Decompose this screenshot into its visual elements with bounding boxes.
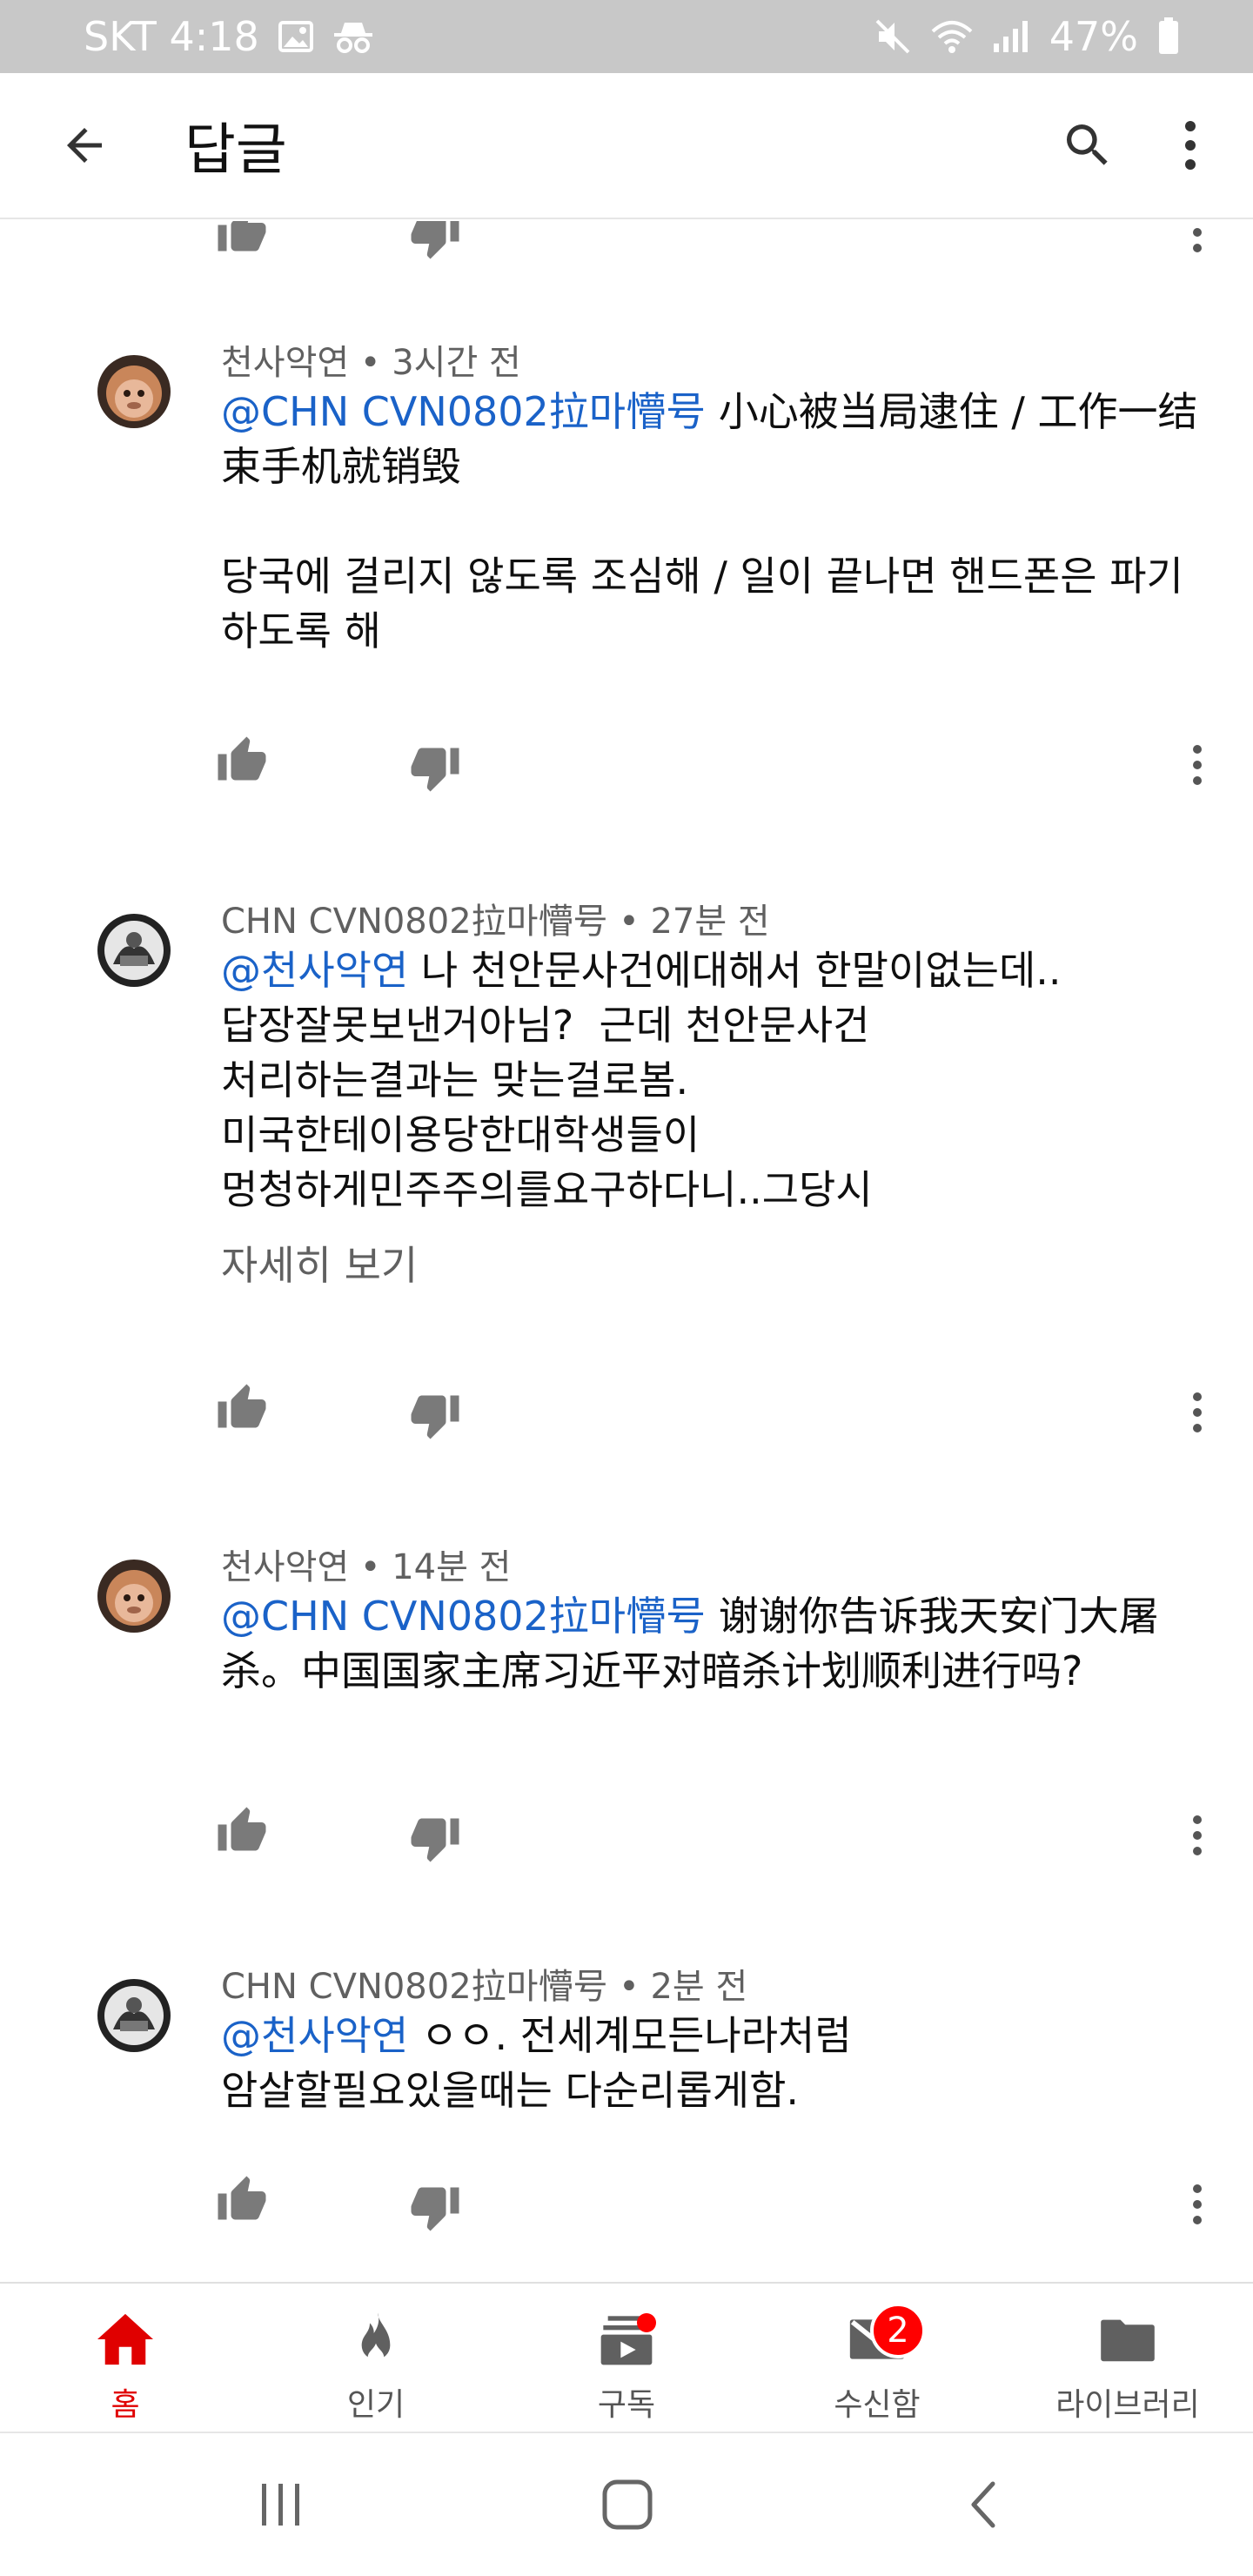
comment-actions <box>0 221 1253 268</box>
image-icon <box>278 21 313 52</box>
arrow-back-icon[interactable] <box>54 115 115 176</box>
nav-inbox[interactable]: 2 수신함 <box>752 2284 1002 2432</box>
back-button-icon[interactable] <box>943 2465 1022 2544</box>
comment-actions <box>0 735 1253 804</box>
avatar[interactable] <box>97 914 171 987</box>
nav-subscriptions[interactable]: 구독 <box>501 2284 752 2432</box>
thumb-up-icon[interactable] <box>216 1805 271 1861</box>
comment-mention[interactable]: @CHN CVN0802拉마懵号 <box>221 1593 706 1640</box>
comment-actions <box>0 1805 1253 1875</box>
carrier-time: SKT 4:18 <box>84 13 259 60</box>
thumb-up-icon[interactable] <box>216 1382 271 1438</box>
nav-label: 인기 <box>346 2387 405 2423</box>
home-icon <box>90 2308 160 2371</box>
replies-list[interactable]: 천사악연 • 3시간 전 @CHN CVN0802拉마懵号 小心被当局逮住 / … <box>0 221 1253 2282</box>
comment-more-icon[interactable] <box>1180 735 1215 795</box>
thumb-down-icon[interactable] <box>409 221 465 265</box>
comment-actions <box>0 2174 1253 2244</box>
comment-mention[interactable]: @천사악연 <box>221 947 408 994</box>
thumb-down-icon[interactable] <box>409 1812 465 1868</box>
home-button-icon[interactable] <box>588 2465 667 2544</box>
avatar[interactable] <box>97 1979 171 2052</box>
avatar[interactable] <box>97 1560 171 1633</box>
wifi-icon <box>931 19 973 54</box>
comment-meta: 천사악연 • 14분 전 <box>221 1547 512 1587</box>
system-nav-bar <box>0 2432 1253 2576</box>
nav-label: 구독 <box>597 2387 656 2423</box>
more-vert-icon[interactable] <box>1164 111 1216 180</box>
nav-trending[interactable]: 인기 <box>251 2284 501 2432</box>
comment-mention[interactable]: @CHN CVN0802拉마懵号 <box>221 388 706 435</box>
comment-more-icon[interactable] <box>1180 2174 1215 2235</box>
comment-meta: CHN CVN0802拉마懵号 • 2분 전 <box>221 1967 748 2007</box>
comment-mention[interactable]: @천사악연 <box>221 2012 408 2059</box>
nav-library[interactable]: 라이브러리 <box>1002 2284 1253 2432</box>
flame-icon <box>341 2308 411 2371</box>
nav-label: 라이브러리 <box>1055 2387 1200 2423</box>
battery-icon <box>1157 17 1180 56</box>
comment-more-icon[interactable] <box>1180 1805 1215 1866</box>
comment-actions <box>0 1382 1253 1452</box>
comment-meta: 천사악연 • 3시간 전 <box>221 343 521 383</box>
notification-dot <box>637 2313 656 2332</box>
nav-home[interactable]: 홈 <box>0 2284 251 2432</box>
avatar[interactable] <box>97 355 171 428</box>
comment-text: @천사악연 ㅇㅇ. 전세계모든나라처럼 암살할필요있을때는 다순리롭게함. <box>221 2009 1204 2118</box>
comment-text: @천사악연 나 천안문사건에대해서 한말이없는데.. 답장잘못보낸거아님? 근데… <box>221 943 1204 1218</box>
search-icon[interactable] <box>1053 111 1122 180</box>
comment-more-icon[interactable] <box>1180 221 1215 263</box>
nav-label: 홈 <box>111 2387 140 2423</box>
comment-text: @CHN CVN0802拉마懵号 谢谢你告诉我天安门大屠杀。中国国家主席习近平对… <box>221 1589 1204 1699</box>
status-bar: SKT 4:18 47% <box>0 0 1253 73</box>
thumb-down-icon[interactable] <box>409 2181 465 2237</box>
mute-icon <box>874 17 912 56</box>
thumb-up-icon[interactable] <box>216 221 271 261</box>
comment-more-icon[interactable] <box>1180 1382 1215 1443</box>
thumb-down-icon[interactable] <box>409 741 465 797</box>
recents-icon[interactable] <box>242 2465 320 2544</box>
app-bar: 답글 <box>0 73 1253 219</box>
bottom-nav: 홈 인기 구독 2 수신함 라이브러리 <box>0 2282 1253 2432</box>
comment-text: @CHN CVN0802拉마懵号 小心被当局逮住 / 工作一结束手机就销毁 당국… <box>221 385 1204 659</box>
thumb-up-icon[interactable] <box>216 2174 271 2230</box>
inbox-badge: 2 <box>870 2303 926 2358</box>
page-title: 답글 <box>184 118 287 183</box>
subscriptions-icon <box>592 2308 661 2371</box>
battery-percent: 47% <box>1049 13 1138 60</box>
read-more-link[interactable]: 자세히 보기 <box>221 1234 418 1291</box>
comment-meta: CHN CVN0802拉마懵号 • 27분 전 <box>221 902 770 942</box>
mail-icon: 2 <box>842 2303 926 2371</box>
thumb-down-icon[interactable] <box>409 1389 465 1445</box>
incognito-icon <box>332 19 374 54</box>
nav-label: 수신함 <box>834 2387 921 2423</box>
folder-icon <box>1093 2308 1163 2371</box>
signal-icon <box>992 19 1030 54</box>
thumb-up-icon[interactable] <box>216 735 271 790</box>
